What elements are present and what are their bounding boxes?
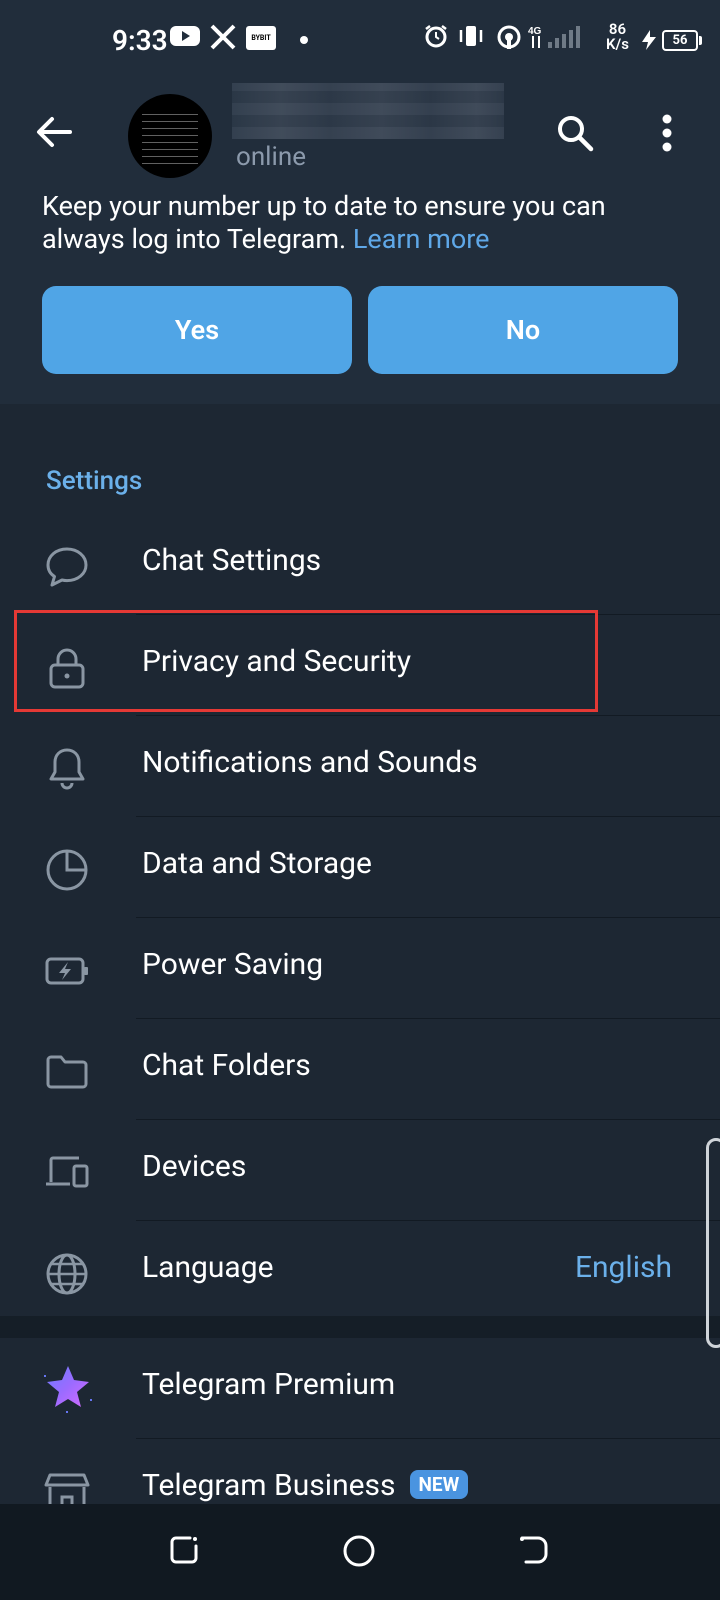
globe-icon — [46, 1253, 88, 1295]
edge-panel-handle[interactable] — [706, 1138, 720, 1348]
battery-bolt-icon — [45, 957, 88, 985]
settings-item-language[interactable]: Language English — [0, 1221, 720, 1322]
settings-item-power-saving[interactable]: Power Saving — [0, 918, 720, 1019]
bell-icon — [49, 748, 85, 790]
online-status: online — [236, 142, 306, 172]
alarm-icon — [425, 25, 447, 48]
youtube-icon — [170, 26, 200, 46]
pie-chart-icon — [46, 849, 88, 891]
profile-name-blurred — [232, 83, 504, 139]
folder-icon — [46, 1055, 88, 1089]
premium-star-icon — [44, 1366, 92, 1413]
premium-section: Telegram Premium Telegram Business NEW — [0, 1338, 720, 1513]
settings-item-label: Chat Settings — [142, 543, 322, 578]
settings-item-chat-settings[interactable]: Chat Settings — [0, 514, 720, 615]
settings-item-chat-folders[interactable]: Chat Folders — [0, 1019, 720, 1120]
recents-icon[interactable] — [168, 1534, 200, 1566]
devices-icon — [46, 1156, 89, 1188]
home-icon[interactable] — [342, 1534, 376, 1568]
language-value: English — [574, 1250, 672, 1285]
status-time: 9:33 — [112, 24, 168, 57]
battery-indicator: 56 — [662, 30, 702, 51]
more-options-icon[interactable] — [662, 114, 672, 152]
signal-icon: 4G — [528, 26, 580, 48]
settings-item-devices[interactable]: Devices — [0, 1120, 720, 1221]
vibrate-icon — [459, 26, 483, 46]
x-icon — [210, 24, 236, 50]
settings-item-notifications[interactable]: Notifications and Sounds — [0, 716, 720, 817]
status-bar: 9:33 BYBIT 4G 86 K/s 56 — [0, 0, 720, 80]
settings-item-label: Notifications and Sounds — [142, 745, 478, 780]
settings-title: Settings — [46, 466, 143, 496]
back-arrow-icon[interactable] — [36, 116, 72, 148]
speed-unit: K/s — [606, 35, 629, 53]
highlight-box — [14, 610, 598, 712]
settings-item-label: Data and Storage — [142, 846, 372, 881]
charging-bolt-icon — [642, 30, 656, 50]
settings-item-label: Devices — [142, 1149, 247, 1184]
svg-text:4G: 4G — [528, 26, 542, 37]
system-nav-bar — [0, 1504, 720, 1600]
new-badge: NEW — [409, 1469, 469, 1499]
settings-item-telegram-premium[interactable]: Telegram Premium — [0, 1338, 720, 1439]
settings-item-label: Chat Folders — [142, 1048, 311, 1083]
yes-button[interactable]: Yes — [42, 286, 352, 374]
avatar[interactable] — [128, 94, 212, 178]
app-bar: online — [0, 80, 720, 190]
phone-number-notice: Keep your number up to date to ensure yo… — [0, 190, 720, 404]
settings-item-label: Language — [142, 1250, 274, 1285]
settings-item-label: Telegram Premium — [142, 1367, 396, 1402]
back-nav-icon[interactable] — [518, 1534, 550, 1566]
settings-section: Settings Chat Settings Privacy and Secur… — [0, 426, 720, 1316]
learn-more-link[interactable]: Learn more — [353, 223, 490, 255]
hotspot-icon — [497, 25, 521, 49]
notification-dot-icon — [300, 36, 308, 44]
section-gap — [0, 1316, 720, 1338]
chat-bubble-icon — [46, 547, 88, 587]
settings-item-label: Telegram Business NEW — [142, 1468, 469, 1503]
no-button[interactable]: No — [368, 286, 678, 374]
bybit-icon: BYBIT — [246, 26, 276, 50]
settings-item-label: Power Saving — [142, 947, 324, 982]
settings-item-data-storage[interactable]: Data and Storage — [0, 817, 720, 918]
business-label: Telegram Business — [142, 1468, 396, 1503]
search-icon[interactable] — [556, 114, 594, 152]
network-speed: 86 K/s — [606, 22, 629, 52]
notice-message: Keep your number up to date to ensure yo… — [42, 190, 606, 255]
notice-text: Keep your number up to date to ensure yo… — [42, 190, 682, 256]
